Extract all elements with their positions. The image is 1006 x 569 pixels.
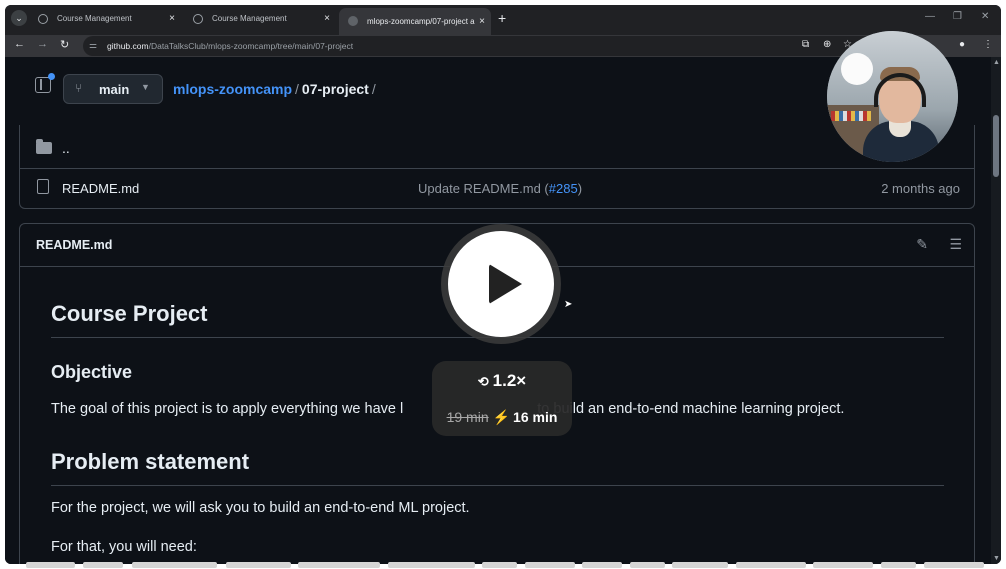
tab-label: mlops-zoomcamp/07-project a	[367, 17, 475, 26]
breadcrumb-separator: /	[371, 81, 376, 97]
caret-down-icon: ▼	[141, 82, 150, 92]
tune-icon[interactable]: ⚌	[89, 40, 97, 51]
pencil-icon[interactable]: ✎	[916, 236, 928, 253]
strip-tile	[672, 562, 728, 568]
strip-tile	[83, 562, 123, 568]
file-name-link[interactable]: README.md	[62, 181, 139, 196]
back-icon[interactable]: ←	[14, 38, 25, 50]
breadcrumb-repo-link[interactable]: mlops-zoomcamp	[173, 81, 292, 97]
github-icon	[348, 16, 358, 26]
url-text: github.com/DataTalksClub/mlops-zoomcamp/…	[107, 36, 353, 56]
cursor-icon: ➤	[564, 299, 573, 310]
strip-tile	[298, 562, 380, 568]
strip-tile	[26, 562, 75, 568]
commit-close: )	[577, 181, 583, 196]
restore-icon[interactable]: ❐	[953, 11, 962, 22]
more-icon[interactable]: ⋮	[983, 39, 993, 50]
play-icon[interactable]	[489, 264, 522, 304]
readme-title[interactable]: README.md	[36, 238, 112, 252]
address-bar[interactable]: ⚌ github.com/DataTalksClub/mlops-zoomcam…	[83, 36, 883, 56]
file-row-readme[interactable]: README.md Update README.md (#285) 2 mont…	[20, 169, 974, 209]
browser-tab-active[interactable]: mlops-zoomcamp/07-project a ×	[339, 8, 491, 35]
scrollbar[interactable]: ▲ ▼	[991, 57, 1001, 564]
strip-tile	[388, 562, 475, 568]
original-duration: 19 min	[446, 409, 489, 425]
webcam-light	[841, 53, 873, 85]
webcam-books	[831, 111, 871, 121]
webcam-overlay	[827, 31, 958, 162]
profile-icon[interactable]: ●	[959, 39, 965, 50]
heading-divider	[51, 485, 944, 486]
strip-tile	[482, 562, 517, 568]
playback-speed-badge[interactable]: ⟲ 1.2× 19 min ⚡ 16 min	[432, 361, 572, 436]
heading-course-project: Course Project	[51, 301, 208, 326]
bolt-icon: ⚡	[492, 409, 511, 425]
strip-tile	[924, 562, 984, 568]
strip-tile	[525, 562, 575, 568]
parent-directory-link[interactable]: ..	[62, 140, 70, 156]
problem-paragraph: For the project, we will ask you to buil…	[51, 500, 470, 516]
speed-icon: ⟲	[477, 374, 489, 389]
strip-tile	[813, 562, 873, 568]
commit-time: 2 months ago	[881, 181, 960, 196]
close-icon[interactable]: ×	[479, 8, 485, 35]
breadcrumb-current: 07-project	[301, 81, 369, 97]
strip-tile	[736, 562, 806, 568]
speed-row: ⟲ 1.2×	[432, 371, 572, 391]
branch-selector[interactable]: ⑂ main ▼	[63, 74, 163, 104]
tab-search-button[interactable]: ⌄	[11, 10, 27, 26]
folder-icon	[36, 139, 52, 154]
speed-value: 1.2×	[492, 371, 527, 390]
breadcrumb: mlops-zoomcamp/07-project /	[173, 81, 379, 97]
list-icon[interactable]: ☰	[949, 236, 962, 253]
duration-row: 19 min ⚡ 16 min	[432, 409, 572, 426]
objective-text-end: to build an end-to-end machine learning …	[533, 401, 845, 417]
sidebar-toggle-icon[interactable]	[35, 73, 55, 93]
new-tab-button[interactable]: +	[498, 10, 506, 26]
strip-tile	[226, 562, 291, 568]
close-icon[interactable]: ×	[324, 7, 330, 31]
scroll-thumb[interactable]	[993, 115, 999, 177]
strip-tile	[132, 562, 217, 568]
globe-icon	[193, 14, 203, 24]
strip-tile	[881, 562, 916, 568]
reload-icon[interactable]: ↻	[60, 38, 69, 51]
file-icon	[37, 179, 49, 194]
commit-text: Update README.md (	[418, 181, 549, 196]
url-host: github.com	[107, 41, 149, 51]
bottom-strip	[26, 562, 994, 568]
browser-tab[interactable]: Course Management ×	[29, 7, 181, 31]
breadcrumb-separator: /	[295, 81, 299, 97]
minimize-icon[interactable]: —	[925, 11, 935, 22]
scroll-up-icon[interactable]: ▲	[993, 59, 1000, 66]
branch-name: main	[99, 82, 130, 97]
tab-label: Course Management	[57, 14, 132, 23]
heading-objective: Objective	[51, 362, 133, 382]
forward-icon[interactable]: →	[37, 38, 48, 50]
scroll-down-icon[interactable]: ▼	[993, 555, 1000, 562]
new-duration: 16 min	[513, 409, 558, 425]
globe-icon	[38, 14, 48, 24]
branch-icon: ⑂	[75, 81, 83, 95]
cast-icon[interactable]: ⧉	[802, 39, 809, 50]
pull-request-link[interactable]: #285	[549, 181, 578, 196]
browser-tab[interactable]: Course Management ×	[184, 7, 336, 31]
notification-dot	[48, 73, 55, 80]
need-paragraph: For that, you will need:	[51, 539, 197, 555]
heading-problem-statement: Problem statement	[51, 449, 250, 474]
url-path: /DataTalksClub/mlops-zoomcamp/tree/main/…	[148, 41, 354, 51]
objective-text-start: The goal of this project is to apply eve…	[51, 401, 404, 417]
strip-tile	[630, 562, 665, 568]
commit-message[interactable]: Update README.md (#285)	[418, 181, 582, 196]
tab-label: Course Management	[212, 14, 287, 23]
strip-tile	[582, 562, 622, 568]
close-icon[interactable]: ×	[169, 7, 175, 31]
window-close-icon[interactable]: ✕	[981, 11, 989, 22]
